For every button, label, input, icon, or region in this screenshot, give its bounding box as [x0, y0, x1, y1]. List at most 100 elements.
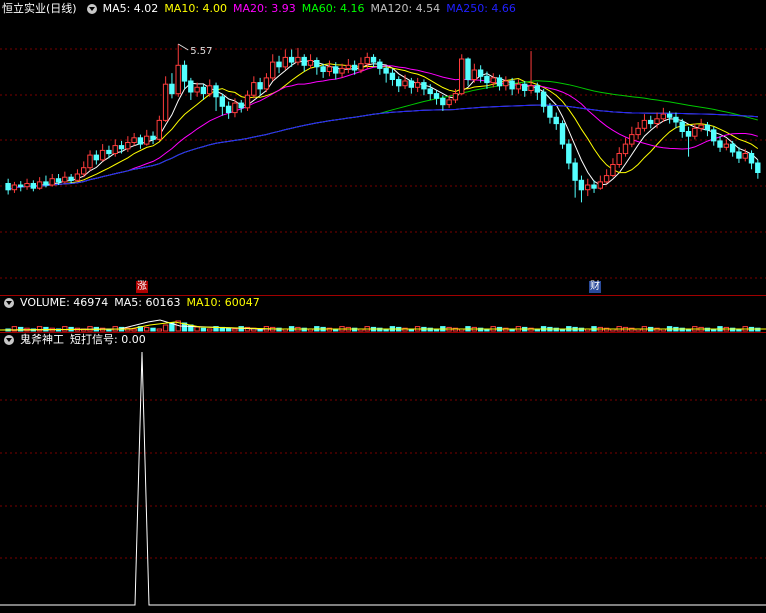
candle: [673, 116, 679, 123]
candle: [364, 56, 370, 65]
candle: [572, 162, 578, 181]
candle: [547, 105, 553, 118]
candle: [150, 135, 156, 140]
candle: [11, 184, 18, 191]
signal-line: [0, 351, 766, 606]
candle: [465, 58, 471, 80]
candle: [301, 56, 307, 66]
candle: [5, 183, 11, 191]
candle: [257, 82, 263, 90]
candle: [251, 82, 257, 96]
candle: [503, 80, 509, 87]
candle: [616, 153, 622, 165]
candle: [408, 80, 415, 88]
candle: [282, 56, 289, 68]
candle: [314, 60, 320, 68]
candle: [490, 77, 496, 84]
candle: [477, 69, 484, 77]
candle: [358, 63, 364, 71]
candle: [87, 154, 93, 169]
candle: [213, 85, 219, 98]
candle: [459, 58, 465, 95]
volume-bar: [36, 326, 43, 332]
candle: [666, 113, 673, 118]
candle: [484, 75, 490, 84]
candle: [131, 137, 137, 144]
candle: [654, 118, 660, 125]
candle: [446, 99, 452, 106]
candle: [194, 86, 200, 93]
candle: [629, 134, 635, 145]
candle: [414, 82, 421, 88]
candle: [566, 143, 572, 164]
candle: [55, 178, 62, 183]
volume-bar: [194, 326, 200, 332]
candle: [692, 127, 698, 137]
candle: [452, 93, 459, 101]
candle: [118, 145, 125, 150]
candle: [68, 176, 74, 181]
candle: [742, 153, 748, 159]
candle: [276, 61, 282, 68]
candle: [36, 181, 43, 189]
stock-chart[interactable]: 5.57: [0, 0, 766, 613]
high-price-label: 5.57: [190, 46, 212, 57]
candle: [93, 154, 99, 161]
candle: [18, 184, 24, 188]
volume-bar: [225, 327, 232, 332]
candle: [225, 105, 232, 113]
candle: [748, 153, 755, 164]
volume-bar: [156, 328, 163, 332]
candle: [755, 162, 761, 173]
volume-bar: [62, 326, 68, 332]
candle: [641, 119, 648, 129]
candle: [685, 131, 692, 137]
candle: [270, 61, 276, 79]
candle: [288, 56, 295, 63]
candle: [24, 183, 30, 188]
candle: [181, 64, 188, 82]
candle: [559, 123, 566, 145]
candle: [711, 129, 717, 142]
candle: [610, 164, 616, 176]
volume-bar: [200, 327, 207, 332]
candle: [238, 102, 244, 109]
candle: [389, 72, 396, 80]
candle: [635, 127, 641, 136]
candle: [30, 183, 37, 189]
volume-bar: [162, 324, 169, 332]
candle: [585, 184, 591, 191]
candle: [433, 93, 440, 99]
candle: [717, 140, 723, 148]
candle: [515, 83, 522, 90]
candle: [263, 77, 270, 90]
candle: [402, 80, 408, 87]
candle: [729, 143, 736, 153]
candle: [383, 67, 389, 74]
candle: [244, 94, 251, 109]
candle: [326, 66, 333, 73]
volume-bar: [144, 326, 150, 332]
candle: [427, 88, 433, 95]
candle: [232, 102, 238, 114]
volume-bar: [232, 328, 238, 332]
candle: [112, 145, 118, 155]
candle: [370, 56, 377, 63]
candle: [351, 64, 358, 71]
candle: [496, 77, 503, 87]
candle: [162, 83, 169, 121]
candle: [528, 85, 534, 92]
candle: [648, 119, 654, 125]
high-price-pointer: [177, 43, 189, 51]
volume-bar: [18, 326, 24, 332]
candle: [156, 119, 163, 140]
candle: [603, 175, 610, 183]
candle: [339, 67, 345, 74]
candle: [396, 79, 402, 87]
candle: [440, 97, 446, 106]
candle: [74, 173, 81, 181]
candle: [698, 124, 704, 129]
candle: [207, 85, 213, 95]
volume-bar: [207, 328, 213, 332]
candle: [333, 66, 339, 74]
